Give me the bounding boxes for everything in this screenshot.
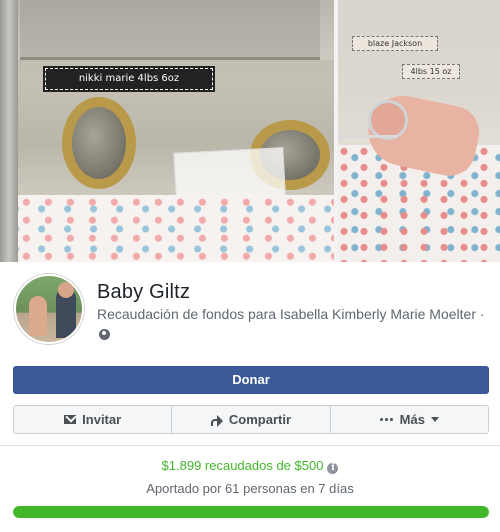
more-label: Más xyxy=(399,412,425,427)
envelope-icon xyxy=(64,415,77,424)
separator-dot: · xyxy=(479,306,485,322)
cover-label-left: nikki marie 4lbs 6oz xyxy=(43,66,215,92)
baby-head xyxy=(368,100,408,140)
incubator-pole xyxy=(0,0,18,262)
incubator-top xyxy=(20,0,320,60)
invite-label: Invitar xyxy=(82,412,122,427)
avatar-person xyxy=(29,296,47,336)
invite-button[interactable]: Invitar xyxy=(14,406,173,433)
globe-icon[interactable] xyxy=(99,329,110,340)
divider xyxy=(0,445,500,446)
cover-label-name: blaze Jackson xyxy=(352,36,438,51)
share-label: Compartir xyxy=(228,412,292,427)
contributors-text: Aportado por 61 personas en 7 días xyxy=(146,481,354,496)
share-button[interactable]: Compartir xyxy=(172,406,331,433)
chevron-down-icon xyxy=(430,417,439,422)
tube xyxy=(338,135,398,138)
blanket xyxy=(0,195,334,262)
action-bar: Invitar Compartir Más xyxy=(13,405,489,434)
cover-photo-left xyxy=(0,0,334,262)
page-title[interactable]: Baby Giltz xyxy=(97,281,190,304)
progress-bar-fill xyxy=(13,506,489,518)
fundraiser-text: Recaudación de fondos para Isabella Kimb… xyxy=(97,306,476,322)
progress-bar xyxy=(13,506,489,518)
fundraiser-description: Recaudación de fondos para Isabella Kimb… xyxy=(97,304,492,344)
dots-icon xyxy=(379,417,394,422)
cover-label-weight: 4lbs 15 oz xyxy=(402,64,460,79)
cover-photo[interactable]: nikki marie 4lbs 6oz blaze Jackson 4lbs … xyxy=(0,0,500,262)
amount-raised: $1.899 recaudados de $500 i xyxy=(0,458,500,474)
more-button[interactable]: Más xyxy=(331,406,488,433)
info-icon[interactable]: i xyxy=(327,463,339,474)
avatar-head xyxy=(58,282,74,298)
avatar[interactable] xyxy=(14,274,84,344)
share-arrow-icon xyxy=(210,414,223,427)
amount-raised-text: $1.899 recaudados de $500 xyxy=(161,458,324,473)
incubator-porthole xyxy=(62,97,136,189)
donate-button[interactable]: Donar xyxy=(13,366,489,394)
